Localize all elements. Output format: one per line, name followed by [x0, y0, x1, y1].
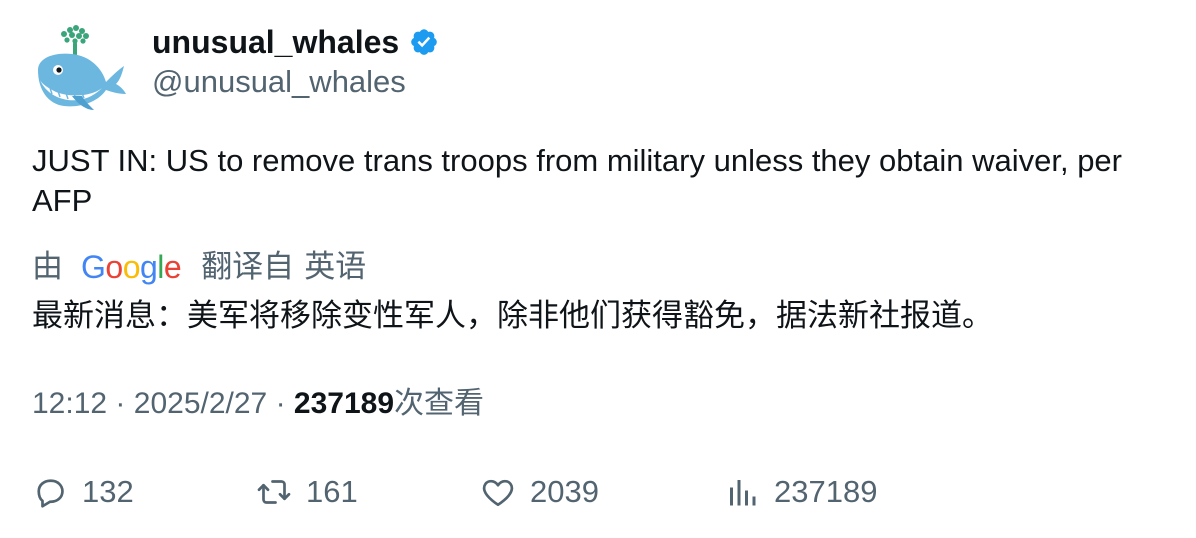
retweet-button[interactable]: 161 [256, 470, 358, 514]
verified-badge-icon[interactable] [409, 27, 439, 57]
display-name[interactable]: unusual_whales [152, 22, 399, 62]
meta-separator: · [115, 387, 126, 420]
google-logo[interactable]: Google [81, 245, 182, 289]
meta-separator: · [275, 387, 286, 420]
whale-logo-icon [38, 25, 126, 110]
translated-text: 最新消息：美军将移除变性军人，除非他们获得豁免，据法新社报道。 [32, 298, 993, 333]
translated-from-label: 翻译自 [201, 249, 295, 284]
views-button[interactable]: 237189 [724, 470, 877, 514]
retweet-count: 161 [306, 474, 358, 509]
reply-button[interactable]: 132 [32, 470, 134, 514]
source-language: 英语 [304, 249, 367, 284]
tweet-time[interactable]: 12:12 [32, 387, 107, 420]
heart-icon [482, 479, 514, 507]
like-button[interactable]: 2039 [480, 470, 599, 514]
views-count: 237189 [293, 387, 395, 420]
translated-by-label: 由 [32, 249, 63, 284]
bar-chart-icon [730, 480, 756, 506]
translation-attribution: 由 Google 翻译自 英语 [32, 245, 366, 289]
tweet-actions: 132 161 2039 237189 [32, 470, 1172, 514]
tweet-meta: 12:12 · 2025/2/27 · 237189次查看 [32, 383, 484, 425]
author-handle[interactable]: @unusual_whales [152, 62, 406, 102]
views-action-count: 237189 [774, 474, 878, 509]
views-label: 次查看 [394, 387, 485, 420]
tweet-date[interactable]: 2025/2/27 [134, 387, 267, 420]
reply-count: 132 [82, 474, 134, 509]
retweet-icon [257, 480, 291, 504]
tweet-text: JUST IN: US to remove trans troops from … [32, 143, 1122, 218]
like-count: 2039 [530, 474, 599, 509]
reply-icon [37, 479, 64, 508]
avatar[interactable] [32, 24, 128, 114]
author-name-row: unusual_whales [152, 22, 439, 62]
